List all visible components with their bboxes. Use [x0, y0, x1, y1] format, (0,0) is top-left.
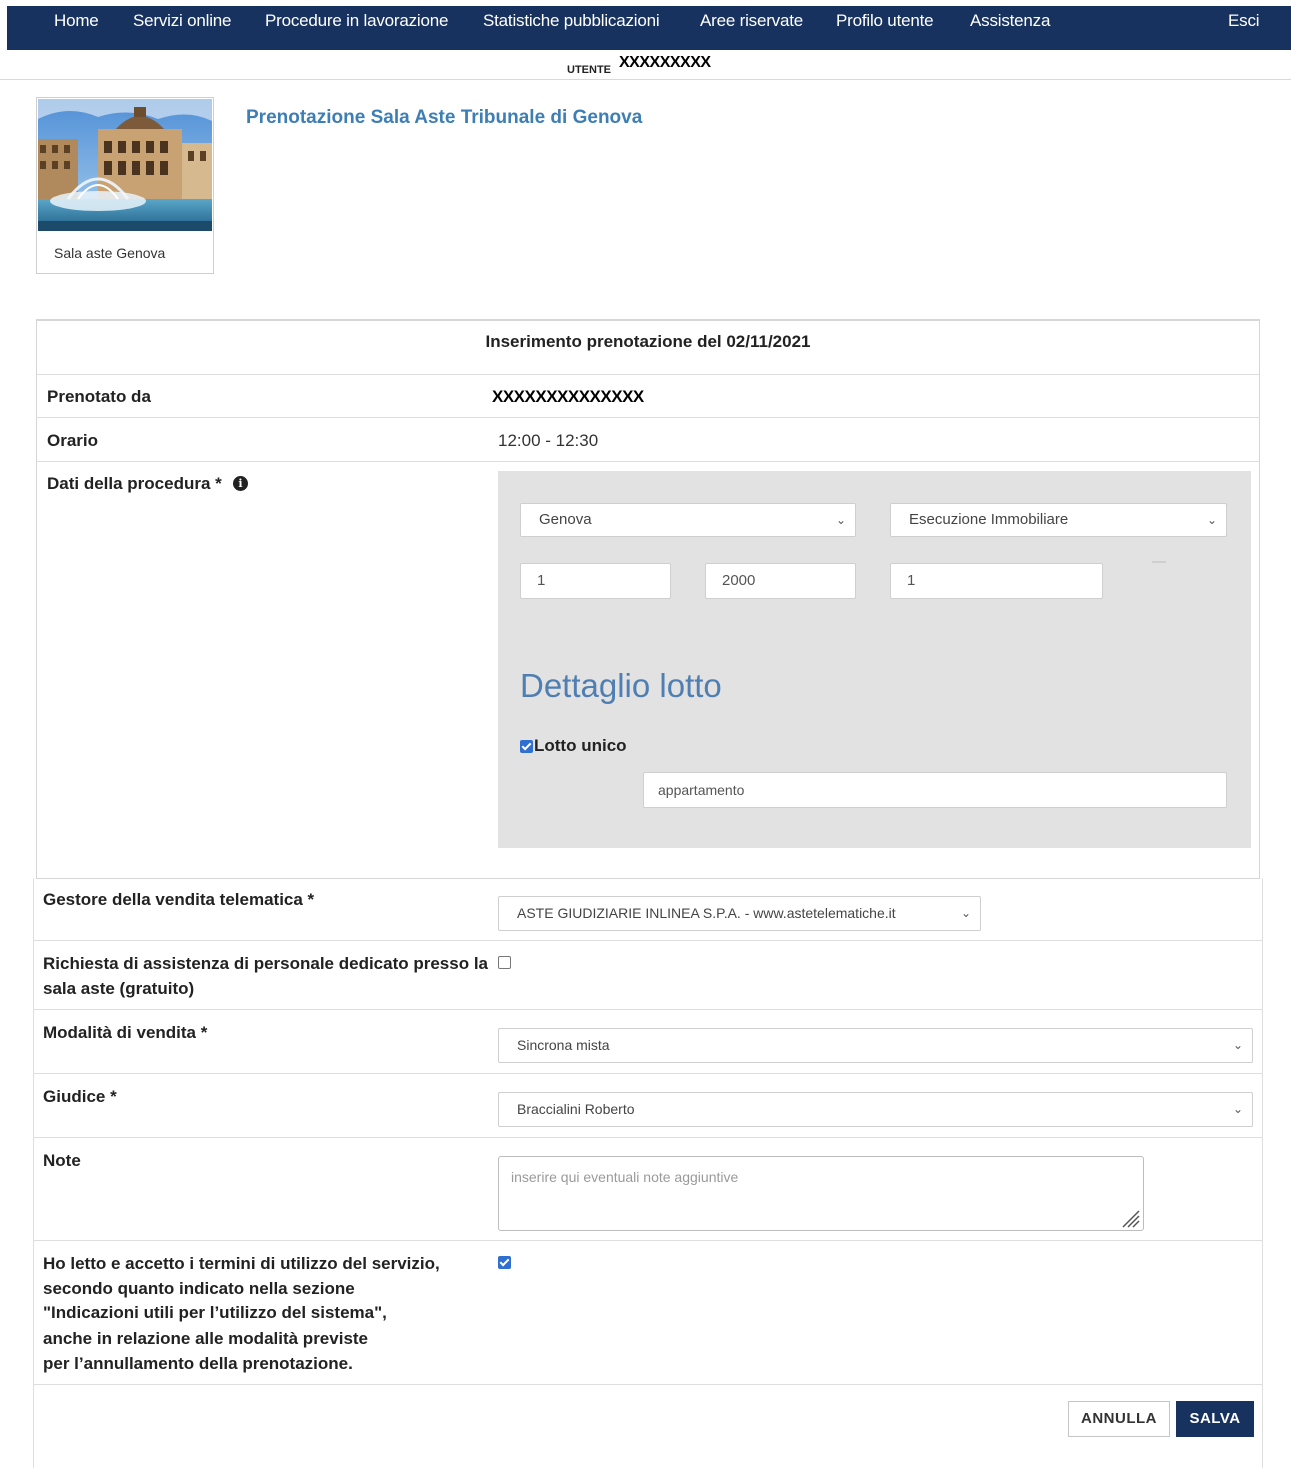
procedure-sub-input[interactable]: 1 [890, 563, 1103, 599]
row-divider [33, 1137, 1263, 1138]
terms-line-5: per l’annullamento della prenotazione. [43, 1354, 353, 1373]
terms-line-2: secondo quanto indicato nella sezione [43, 1279, 355, 1298]
row-divider [33, 940, 1263, 941]
logout-link[interactable]: Esci [1228, 6, 1260, 50]
nav-statistiche-pubblicazioni[interactable]: Statistiche pubblicazioni [483, 6, 660, 50]
venue-photo [38, 99, 212, 231]
sale-mode-select[interactable]: Sincrona mista ⌄ [498, 1028, 1253, 1063]
nav-home[interactable]: Home [54, 6, 99, 50]
venue-caption: Sala aste Genova [54, 245, 166, 261]
cancel-button[interactable]: ANNULLA [1068, 1401, 1170, 1437]
chevron-down-icon: ⌄ [835, 513, 846, 527]
user-label: UTENTE [567, 64, 611, 76]
chevron-down-icon: ⌄ [1232, 1038, 1243, 1052]
procedure-type-select[interactable]: Esecuzione Immobiliare ⌄ [890, 503, 1227, 537]
row-divider [36, 417, 1260, 418]
single-lot-label: Lotto unico [534, 736, 627, 755]
user-bar: UTENTE XXXXXXXXX [0, 50, 1291, 80]
booked-by-label: Prenotato da [47, 387, 151, 406]
court-select-value: Genova [539, 511, 592, 528]
info-icon[interactable]: i [233, 476, 248, 491]
page-title: Prenotazione Sala Aste Tribunale di Geno… [246, 107, 643, 128]
judge-value: Braccialini Roberto [517, 1101, 635, 1117]
save-button[interactable]: SALVA [1176, 1401, 1254, 1437]
user-name: XXXXXXXXX [619, 54, 711, 71]
notes-label: Note [43, 1151, 81, 1170]
nav-assistenza[interactable]: Assistenza [970, 6, 1050, 50]
row-divider [36, 461, 1260, 462]
terms-checkbox[interactable] [498, 1256, 511, 1269]
terms-line-4: anche in relazione alle modalità previst… [43, 1329, 369, 1348]
judge-label: Giudice * [43, 1087, 117, 1106]
lot-description-input[interactable]: appartamento [643, 772, 1227, 808]
court-select[interactable]: Genova ⌄ [520, 503, 856, 537]
procedure-year-input[interactable]: 2000 [705, 563, 856, 599]
venue-card[interactable]: Sala aste Genova [36, 97, 214, 274]
assistance-label-line2: sala aste (gratuito) [43, 979, 195, 998]
sale-manager-select[interactable]: ASTE GIUDIZIARIE INLINEA S.P.A. - www.as… [498, 896, 981, 931]
time-label: Orario [47, 431, 99, 450]
judge-select[interactable]: Braccialini Roberto ⌄ [498, 1092, 1253, 1127]
time-value: 12:00 - 12:30 [498, 431, 599, 450]
terms-line-1: Ho letto e accetto i termini di utilizzo… [43, 1254, 440, 1273]
row-divider [33, 1384, 1263, 1385]
row-divider [33, 1240, 1263, 1241]
sale-mode-value: Sincrona mista [517, 1037, 610, 1053]
sale-manager-value: ASTE GIUDIZIARIE INLINEA S.P.A. - www.as… [517, 905, 896, 921]
terms-line-3: "Indicazioni utili per l’utilizzo del si… [43, 1303, 387, 1322]
procedure-type-value: Esecuzione Immobiliare [909, 511, 1069, 528]
chevron-down-icon: ⌄ [1206, 513, 1217, 527]
lot-detail-title: Dettaglio lotto [520, 667, 722, 704]
booked-by-value: XXXXXXXXXXXXXX [492, 387, 644, 406]
notes-textarea[interactable]: inserire qui eventuali note aggiuntive [498, 1156, 1144, 1231]
chevron-down-icon: ⌄ [960, 906, 971, 920]
separator-mark [1152, 561, 1166, 563]
top-navigation: Home Servizi online Procedure in lavoraz… [7, 6, 1291, 50]
nav-servizi-online[interactable]: Servizi online [133, 6, 232, 50]
row-divider [33, 1009, 1263, 1010]
sale-manager-label: Gestore della vendita telematica * [43, 890, 315, 909]
chevron-down-icon: ⌄ [1232, 1102, 1243, 1116]
sale-mode-label: Modalità di vendita * [43, 1023, 208, 1042]
procedure-number-input[interactable]: 1 [520, 563, 671, 599]
single-lot-checkbox[interactable] [520, 740, 533, 753]
nav-aree-riservate[interactable]: Aree riservate [700, 6, 803, 50]
resize-grip-icon[interactable] [1117, 1206, 1141, 1228]
row-divider [33, 1073, 1263, 1074]
notes-placeholder: inserire qui eventuali note aggiuntive [511, 1169, 739, 1185]
procedure-label: Dati della procedura * [47, 474, 222, 493]
nav-procedure-in-lavorazione[interactable]: Procedure in lavorazione [265, 6, 448, 50]
nav-profilo-utente[interactable]: Profilo utente [836, 6, 934, 50]
assistance-label-line1: Richiesta di assistenza di personale ded… [43, 954, 488, 973]
form-heading: Inserimento prenotazione del 02/11/2021 [37, 321, 1259, 375]
assistance-checkbox[interactable] [498, 956, 511, 969]
